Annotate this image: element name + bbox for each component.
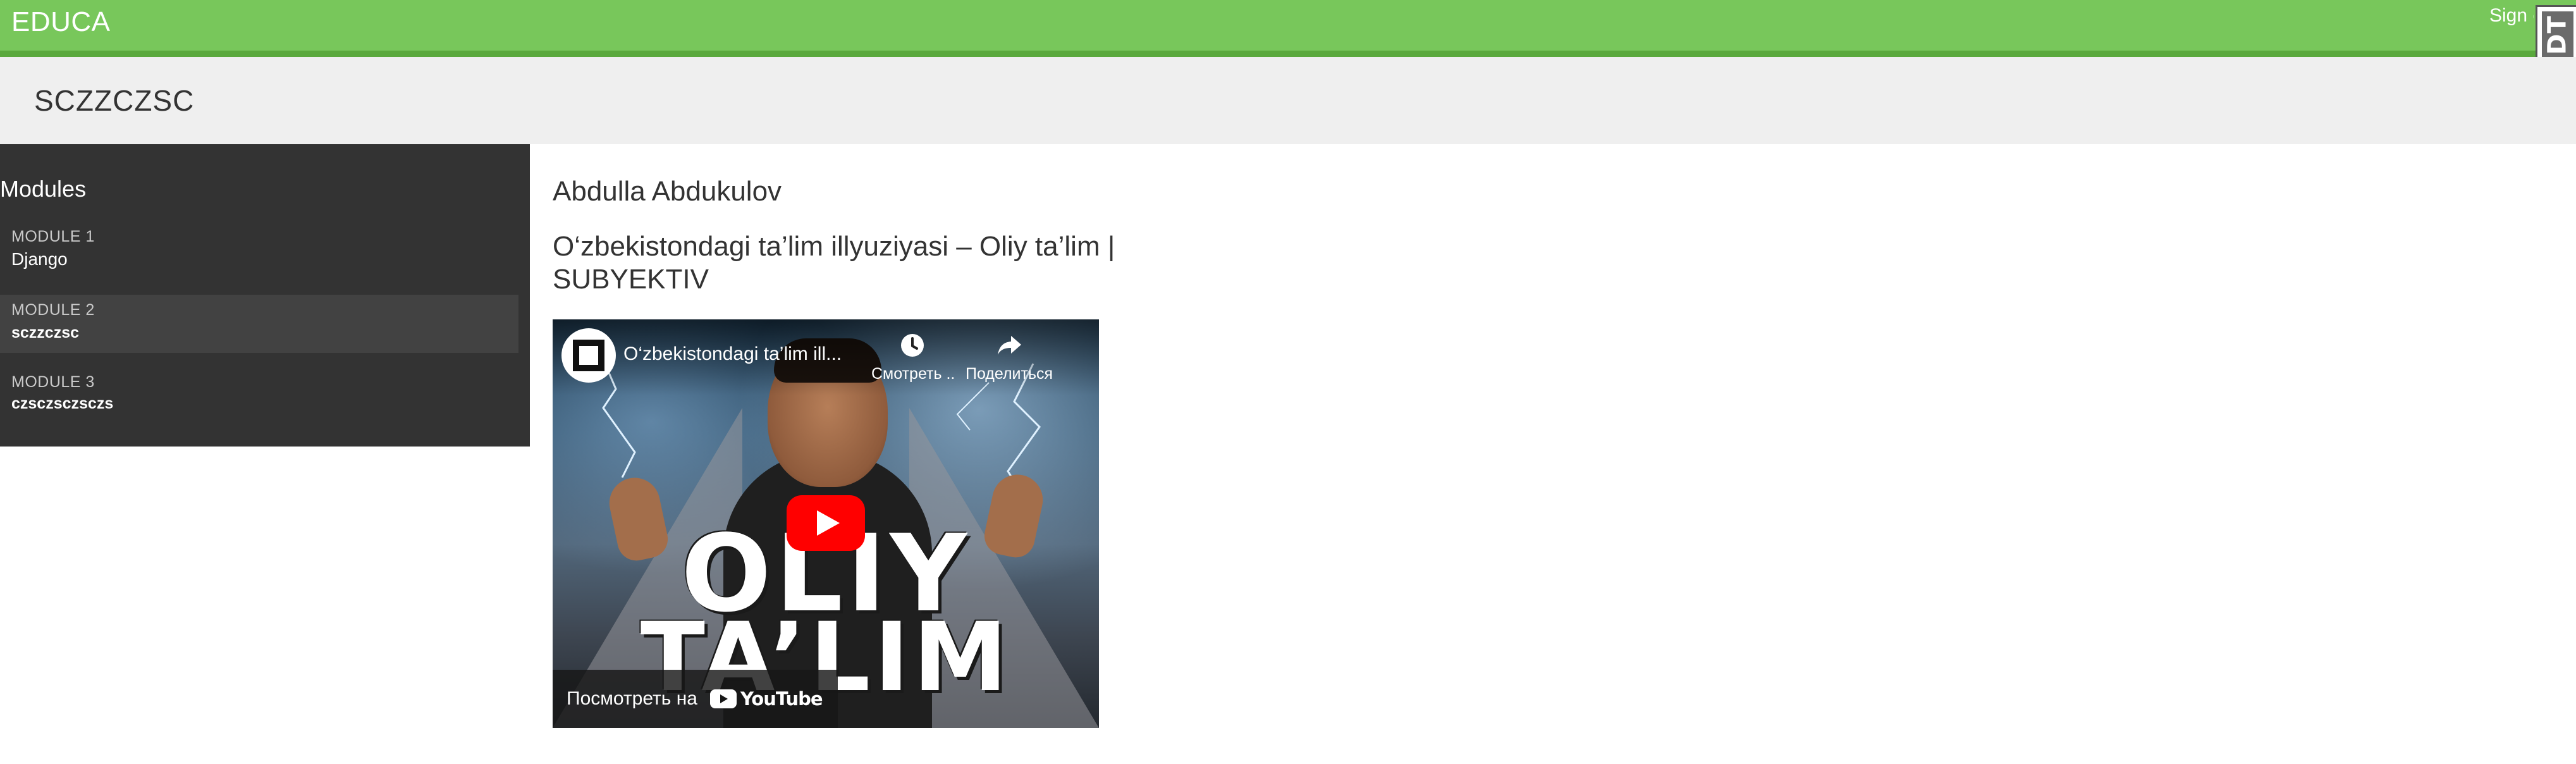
module-name: Django bbox=[11, 249, 68, 269]
youtube-wordmark: YouTube bbox=[740, 688, 823, 710]
course-title-bar: SCZZCZSC bbox=[0, 57, 2576, 144]
site-logo[interactable]: EDUCA bbox=[11, 6, 111, 38]
module-item-1[interactable]: MODULE 1 Django bbox=[0, 219, 518, 277]
youtube-video-embed[interactable]: OLIY TA’LIM O‘zbekistondagi ta’lim ill..… bbox=[553, 319, 1099, 728]
module-name: sczzczsc bbox=[11, 324, 80, 342]
course-title: SCZZCZSC bbox=[34, 84, 195, 117]
share-button[interactable]: Поделиться bbox=[959, 332, 1060, 383]
content-title: O‘zbekistondagi ta’lim illyuziyasi – Oli… bbox=[553, 231, 1115, 295]
module-number: MODULE 3 bbox=[11, 373, 95, 391]
module-item-2[interactable]: MODULE 2 sczzczsc bbox=[0, 295, 518, 353]
module-name: czsczsczsczs bbox=[11, 395, 114, 412]
play-icon bbox=[817, 510, 840, 536]
modules-heading: Modules bbox=[0, 176, 87, 202]
watch-on-label: Посмотреть на bbox=[567, 688, 697, 709]
watch-later-button[interactable]: Смотреть ... bbox=[871, 332, 954, 383]
clock-icon bbox=[901, 334, 924, 357]
sign-out-link[interactable]: Sign out bbox=[2489, 5, 2534, 27]
channel-logo-icon bbox=[573, 340, 604, 371]
module-number: MODULE 1 bbox=[11, 228, 95, 245]
watch-on-youtube-button[interactable]: Посмотреть на YouTube bbox=[553, 670, 838, 728]
top-header: EDUCA Sign out bbox=[0, 0, 2576, 57]
module-number: MODULE 2 bbox=[11, 301, 95, 319]
watch-later-label: Смотреть ... bbox=[871, 365, 954, 383]
share-label: Поделиться bbox=[965, 365, 1053, 383]
youtube-play-icon bbox=[709, 689, 737, 708]
module-item-3[interactable]: MODULE 3 czsczsczsczs bbox=[0, 364, 518, 422]
video-title[interactable]: O‘zbekistondagi ta’lim ill... bbox=[623, 343, 864, 365]
content-author: Abdulla Abdukulov bbox=[553, 176, 782, 207]
play-button[interactable] bbox=[787, 495, 865, 551]
youtube-logo: YouTube bbox=[709, 688, 823, 710]
share-icon bbox=[998, 336, 1021, 355]
channel-avatar[interactable] bbox=[561, 328, 616, 383]
modules-sidebar: Modules MODULE 1 Django MODULE 2 sczzczs… bbox=[0, 144, 530, 447]
